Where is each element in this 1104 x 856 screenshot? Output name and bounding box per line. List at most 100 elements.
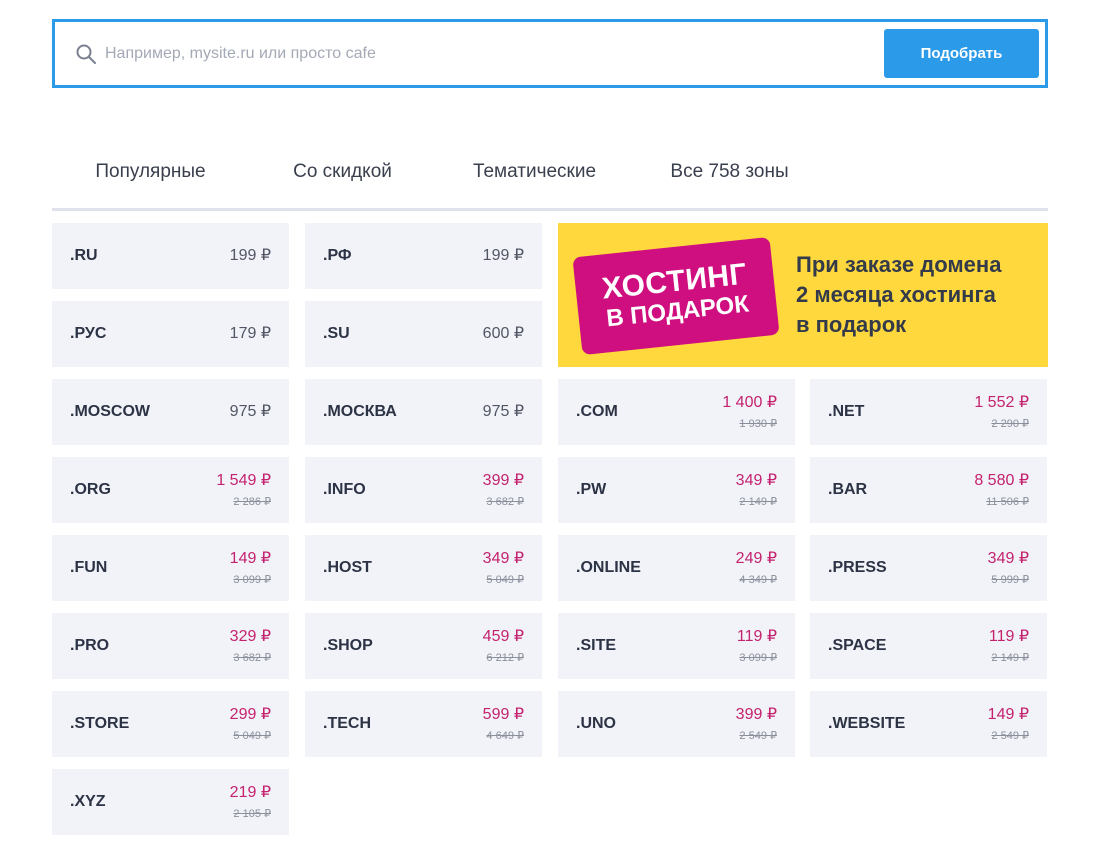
zone-old-price: 2 286 ₽ [233, 496, 271, 508]
zone-discount-price: 349 ₽ [987, 550, 1029, 567]
zone-name: .UNO [576, 715, 616, 732]
tab-all-zones[interactable]: Все 758 зоны [633, 140, 826, 208]
zone-old-price: 5 999 ₽ [991, 574, 1029, 586]
zone-old-price: 4 349 ₽ [739, 574, 777, 586]
zone-card-su[interactable]: .SU 600 ₽ [305, 301, 542, 367]
zone-old-price: 11 506 ₽ [986, 496, 1029, 508]
zone-name: .ORG [70, 481, 111, 498]
zone-name: .PRESS [828, 559, 887, 576]
tabs-divider [52, 208, 1048, 211]
zone-card-store[interactable]: .STORE 299 ₽ 5 049 ₽ [52, 691, 289, 757]
zone-name: .SHOP [323, 637, 373, 654]
zone-card-site[interactable]: .SITE 119 ₽ 3 099 ₽ [558, 613, 795, 679]
zone-old-price: 2 549 ₽ [739, 730, 777, 742]
zone-name: .МОСКВА [323, 403, 397, 420]
zone-price: 600 ₽ [482, 325, 524, 342]
promo-text: При заказе домена 2 месяца хостинга в по… [796, 250, 1036, 340]
zone-discount-price: 299 ₽ [229, 706, 271, 723]
zone-price: 199 ₽ [482, 247, 524, 264]
zone-price: 975 ₽ [482, 403, 524, 420]
zone-discount-price: 8 580 ₽ [974, 472, 1029, 489]
zone-card-online[interactable]: .ONLINE 249 ₽ 4 349 ₽ [558, 535, 795, 601]
zone-discount-price: 349 ₽ [735, 472, 777, 489]
zone-name: .RU [70, 247, 98, 264]
tab-discounted[interactable]: Со скидкой [249, 140, 436, 208]
promo-text-line: При заказе домена [796, 252, 1002, 277]
zone-name: .XYZ [70, 793, 106, 810]
zone-name: .MOSCOW [70, 403, 150, 420]
zone-old-price: 2 149 ₽ [739, 496, 777, 508]
zone-card-ru[interactable]: .RU 199 ₽ [52, 223, 289, 289]
tab-popular[interactable]: Популярные [52, 140, 249, 211]
zone-discount-price: 119 ₽ [736, 628, 777, 645]
zone-card-org[interactable]: .ORG 1 549 ₽ 2 286 ₽ [52, 457, 289, 523]
zone-card-fun[interactable]: .FUN 149 ₽ 3 099 ₽ [52, 535, 289, 601]
zone-old-price: 4 649 ₽ [486, 730, 524, 742]
hosting-gift-promo-banner[interactable]: ХОСТИНГ В ПОДАРОК При заказе домена 2 ме… [558, 223, 1048, 367]
zone-name: .SPACE [828, 637, 887, 654]
search-icon [76, 44, 96, 64]
zone-old-price: 2 105 ₽ [233, 808, 271, 820]
zone-name: .PRO [70, 637, 110, 654]
zone-name: .РУС [70, 325, 107, 342]
zone-card-moskva[interactable]: .МОСКВА 975 ₽ [305, 379, 542, 445]
zone-name: .STORE [70, 715, 130, 732]
zone-old-price: 2 549 ₽ [991, 730, 1029, 742]
find-domain-button[interactable]: Подобрать [884, 29, 1039, 78]
zone-card-website[interactable]: .WEBSITE 149 ₽ 2 549 ₽ [810, 691, 1047, 757]
zone-card-moscow[interactable]: .MOSCOW 975 ₽ [52, 379, 289, 445]
zone-old-price: 5 049 ₽ [486, 574, 524, 586]
zone-card-press[interactable]: .PRESS 349 ₽ 5 999 ₽ [810, 535, 1047, 601]
zone-discount-price: 1 552 ₽ [974, 394, 1029, 411]
zone-old-price: 3 682 ₽ [486, 496, 524, 508]
zone-tabs: Популярные Со скидкой Тематические Все 7… [52, 140, 1048, 211]
zone-card-host[interactable]: .HOST 349 ₽ 5 049 ₽ [305, 535, 542, 601]
zone-old-price: 5 049 ₽ [233, 730, 271, 742]
zone-old-price: 6 212 ₽ [486, 652, 524, 664]
zone-card-net[interactable]: .NET 1 552 ₽ 2 290 ₽ [810, 379, 1047, 445]
zone-name: .NET [828, 403, 865, 420]
zone-old-price: 2 290 ₽ [991, 418, 1029, 430]
zone-card-shop[interactable]: .SHOP 459 ₽ 6 212 ₽ [305, 613, 542, 679]
zone-card-com[interactable]: .COM 1 400 ₽ 1 930 ₽ [558, 379, 795, 445]
zone-discount-price: 249 ₽ [735, 550, 777, 567]
zone-name: .SITE [576, 637, 617, 654]
tab-thematic[interactable]: Тематические [436, 140, 633, 208]
zone-old-price: 2 149 ₽ [991, 652, 1029, 664]
zone-card-space[interactable]: .SPACE 119 ₽ 2 149 ₽ [810, 613, 1047, 679]
zone-discount-price: 1 400 ₽ [722, 394, 777, 411]
zone-discount-price: 219 ₽ [229, 784, 271, 801]
zone-card-tech[interactable]: .TECH 599 ₽ 4 649 ₽ [305, 691, 542, 757]
zone-price: 179 ₽ [229, 325, 271, 342]
zone-name: .PW [576, 481, 607, 498]
zone-name: .HOST [323, 559, 372, 576]
zone-card-pro[interactable]: .PRO 329 ₽ 3 682 ₽ [52, 613, 289, 679]
zone-card-rus[interactable]: .РУС 179 ₽ [52, 301, 289, 367]
zone-name: .FUN [70, 559, 108, 576]
zone-old-price: 3 099 ₽ [233, 574, 271, 586]
zone-price: 975 ₽ [229, 403, 271, 420]
promo-text-line: в подарок [796, 312, 907, 337]
zone-old-price: 3 682 ₽ [233, 652, 271, 664]
zone-discount-price: 1 549 ₽ [216, 472, 271, 489]
zone-discount-price: 149 ₽ [987, 706, 1029, 723]
zone-card-xyz[interactable]: .XYZ 219 ₽ 2 105 ₽ [52, 769, 289, 835]
zone-price: 199 ₽ [229, 247, 271, 264]
zone-old-price: 3 099 ₽ [739, 652, 777, 664]
zone-name: .COM [576, 403, 618, 420]
zone-card-uno[interactable]: .UNO 399 ₽ 2 549 ₽ [558, 691, 795, 757]
domain-search-input[interactable] [105, 36, 875, 72]
zone-discount-price: 599 ₽ [482, 706, 524, 723]
zone-name: .РФ [323, 247, 352, 264]
zone-name: .SU [323, 325, 350, 342]
zone-card-bar[interactable]: .BAR 8 580 ₽ 11 506 ₽ [810, 457, 1047, 523]
zone-discount-price: 459 ₽ [482, 628, 524, 645]
zone-card-pw[interactable]: .PW 349 ₽ 2 149 ₽ [558, 457, 795, 523]
zone-name: .BAR [828, 481, 868, 498]
zone-card-info[interactable]: .INFO 399 ₽ 3 682 ₽ [305, 457, 542, 523]
promo-badge: ХОСТИНГ В ПОДАРОК [572, 236, 780, 356]
zone-discount-price: 399 ₽ [735, 706, 777, 723]
zone-card-rf[interactable]: .РФ 199 ₽ [305, 223, 542, 289]
zone-old-price: 1 930 ₽ [739, 418, 777, 430]
zone-name: .ONLINE [576, 559, 641, 576]
